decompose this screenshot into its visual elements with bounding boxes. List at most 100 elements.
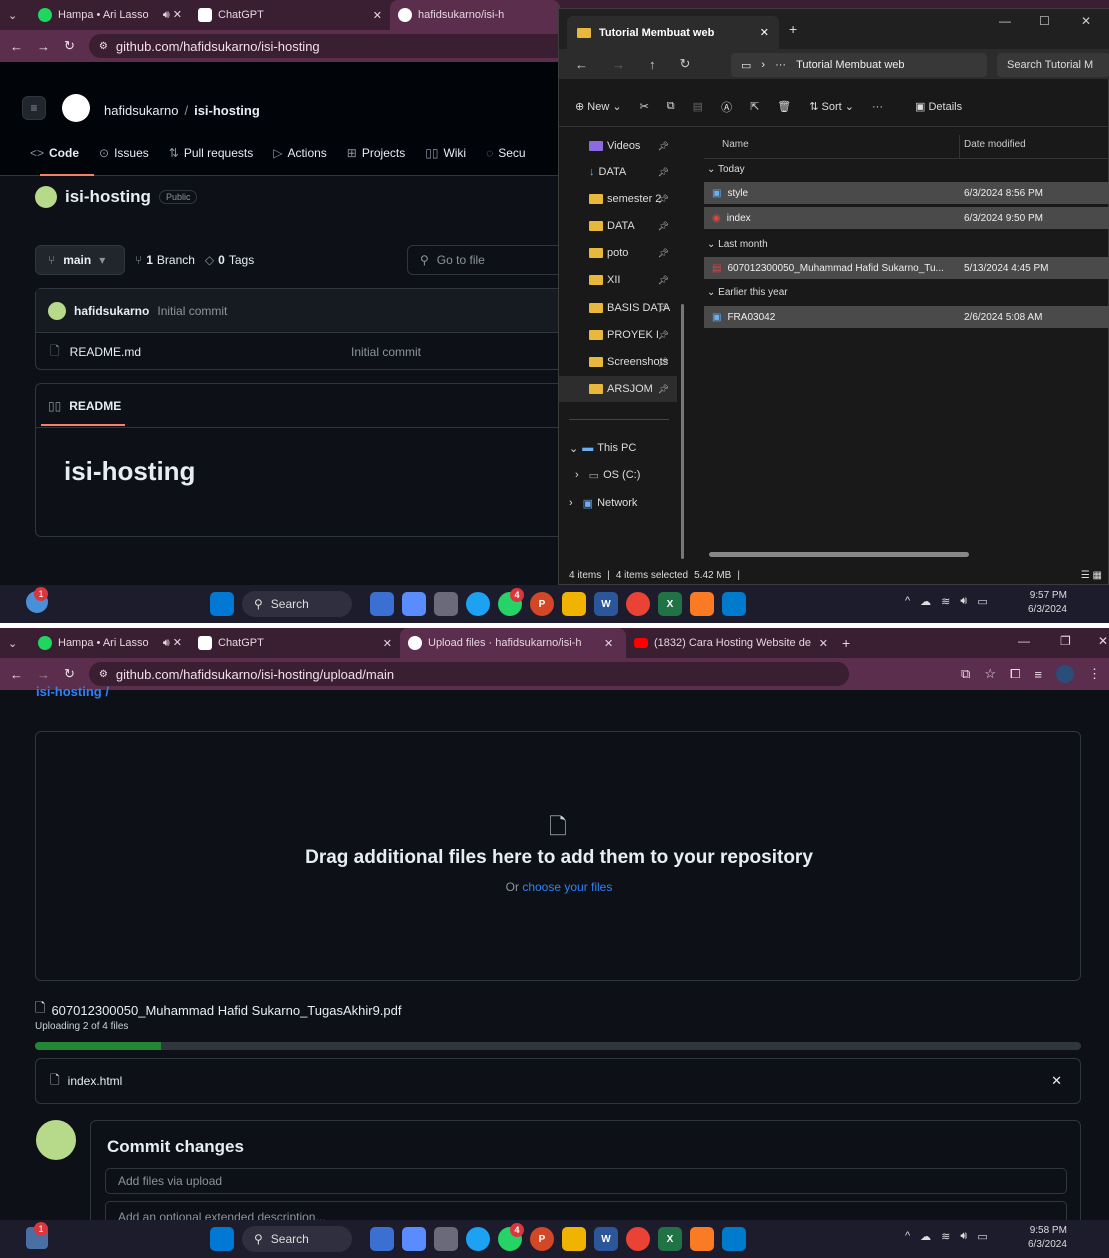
task-view-icon[interactable] [434, 592, 458, 616]
site-info-icon[interactable]: ⚙ [99, 41, 108, 52]
close-icon[interactable]: ✕ [760, 26, 769, 39]
onedrive-icon[interactable]: ☁ [920, 595, 931, 608]
more-button[interactable]: ··· [872, 101, 883, 113]
bookmark-star-icon[interactable]: ☆ [984, 666, 996, 682]
task-view-icon[interactable] [434, 1227, 458, 1251]
volume-icon[interactable]: 🔊︎ [960, 595, 967, 608]
sidebar-item-this-pc[interactable]: ⌄ ▬ This PC [559, 435, 677, 461]
clock[interactable]: 9:58 PM 6/3/2024 [1028, 1224, 1067, 1252]
cast-icon[interactable]: ⧉ [961, 666, 970, 682]
readme-tab[interactable]: README [69, 399, 121, 413]
close-icon[interactable]: ✕ [373, 9, 382, 22]
maximize-icon[interactable]: ☐ [1039, 14, 1050, 28]
breadcrumb-owner[interactable]: hafidsukarno [104, 103, 178, 118]
sidebar-item-poto[interactable]: poto 📌︎ [559, 240, 677, 266]
view-toggle-icons[interactable]: ☰ ▦ [1081, 570, 1102, 581]
path-folder[interactable]: Tutorial Membuat web [796, 59, 904, 71]
tag-label[interactable]: Tags [229, 253, 254, 267]
commit-summary-input[interactable]: Add files via upload [105, 1168, 1067, 1194]
explorer-tab[interactable]: Tutorial Membuat web ✕ [567, 16, 779, 49]
sidebar-item-basis-data[interactable]: BASIS DATA 📌︎ [559, 295, 677, 321]
edge-icon[interactable] [466, 1227, 490, 1251]
file-explorer-icon[interactable] [562, 592, 586, 616]
copilot-icon[interactable] [402, 1227, 426, 1251]
breadcrumb-repo[interactable]: isi-hosting [194, 103, 260, 118]
rename-icon[interactable]: Ⓐ [721, 99, 732, 115]
excel-icon[interactable]: X [658, 1227, 682, 1251]
column-name[interactable]: Name [722, 139, 749, 150]
close-icon[interactable]: ✕ [819, 637, 828, 650]
onedrive-icon[interactable]: ☁ [920, 1230, 931, 1243]
group-today[interactable]: ⌄ Today [707, 164, 745, 175]
branch-label[interactable]: Branch [157, 253, 195, 267]
sidebar-item-data[interactable]: DATA 📌︎ [559, 213, 677, 239]
minimize-icon[interactable]: — [999, 14, 1011, 28]
file-row-pdf[interactable]: ▤ 607012300050_Muhammad Hafid Sukarno_Tu.… [704, 257, 1109, 279]
sidebar-item-proyek-i[interactable]: PROYEK I 📌︎ [559, 322, 677, 348]
vscode-icon[interactable] [722, 1227, 746, 1251]
news-app-icon[interactable] [370, 592, 394, 616]
branch-select[interactable]: ⑂ main ▾ [35, 245, 125, 275]
up-icon[interactable]: ↑ [649, 57, 656, 72]
tab-wiki[interactable]: ▯▯ Wiki [425, 146, 466, 160]
breadcrumb-partial[interactable]: isi-hosting / [36, 684, 109, 699]
word-icon[interactable]: W [594, 1227, 618, 1251]
file-row-index[interactable]: ◉ index 6/3/2024 9:50 PM [704, 207, 1109, 229]
speaker-icon[interactable]: 🔊︎ ✕ [163, 8, 182, 22]
close-icon[interactable]: ✕ [1098, 634, 1108, 648]
back-icon[interactable]: ← [10, 39, 23, 54]
file-explorer-icon[interactable] [562, 1227, 586, 1251]
choose-files-link[interactable]: choose your files [522, 880, 612, 894]
chrome-icon[interactable] [626, 1227, 650, 1251]
group-last-month[interactable]: ⌄ Last month [707, 239, 768, 250]
back-icon[interactable]: ← [575, 57, 588, 72]
tab-chatgpt[interactable]: ChatGPT ✕ [190, 628, 400, 658]
commit-message[interactable]: Initial commit [157, 304, 227, 318]
tab-upload-files[interactable]: Upload files · hafidsukarno/isi-h ✕ [400, 628, 626, 658]
news-app-icon[interactable] [370, 1227, 394, 1251]
sort-button[interactable]: ⇅ Sort ⌄ [809, 100, 854, 113]
sidebar-item-network[interactable]: › ▣ Network [559, 490, 677, 516]
menu-icon[interactable]: ≡ [22, 96, 46, 120]
group-earlier-this-year[interactable]: ⌄ Earlier this year [707, 287, 788, 298]
tab-youtube[interactable]: (1832) Cara Hosting Website de ✕ [626, 628, 836, 658]
system-tray[interactable]: ^ ☁ ≋ 🔊︎ ▭ [905, 595, 988, 608]
forward-icon[interactable]: → [37, 39, 50, 54]
whatsapp-icon[interactable]: 4 [498, 588, 524, 616]
sidebar-item-videos[interactable]: Videos 📌︎ [559, 133, 677, 159]
copilot-icon[interactable] [402, 592, 426, 616]
horizontal-scrollbar[interactable] [709, 552, 969, 557]
back-icon[interactable]: ← [10, 667, 23, 682]
word-icon[interactable]: W [594, 592, 618, 616]
windows-start-icon[interactable] [210, 1227, 234, 1251]
github-logo-icon[interactable] [62, 94, 90, 122]
file-row-style[interactable]: ▣ style 6/3/2024 8:56 PM [704, 182, 1109, 204]
restore-icon[interactable]: ❐ [1060, 634, 1071, 648]
tab-code[interactable]: <> Code [30, 146, 79, 160]
battery-icon[interactable]: ▭ [977, 595, 987, 608]
paste-icon[interactable]: ▤ [693, 100, 703, 113]
powerpoint-icon[interactable]: P [530, 1227, 554, 1251]
tab-security[interactable]: ◌ Secu [486, 146, 526, 160]
chrome-icon[interactable] [626, 592, 650, 616]
tab-spotify[interactable]: Hampa • Ari Lasso 🔊︎ ✕ [30, 628, 190, 658]
tab-issues[interactable]: ⊙ Issues [99, 146, 149, 160]
tab-chatgpt[interactable]: ChatGPT ✕ [190, 0, 390, 30]
sidebar-item-data-drive[interactable]: ↓ DATA 📌︎ [559, 159, 677, 185]
taskbar-search[interactable]: ⚲ Search [242, 591, 352, 617]
file-name[interactable]: README.md [70, 345, 141, 359]
go-to-file-input[interactable]: ⚲ Go to file [407, 245, 567, 275]
file-drop-zone[interactable]: 🗋︎ Drag additional files here to add the… [35, 731, 1081, 981]
chevron-up-icon[interactable]: ^ [905, 595, 910, 608]
volume-icon[interactable]: 🔊︎ [960, 1230, 967, 1243]
reload-icon[interactable]: ↻ [64, 38, 75, 54]
branch-count[interactable]: 1 [146, 253, 153, 267]
share-icon[interactable]: ⇱ [750, 100, 759, 113]
reading-list-icon[interactable]: ≡ [1034, 667, 1042, 682]
system-tray[interactable]: ^ ☁ ≋ 🔊︎ ▭ [905, 1230, 988, 1243]
copy-icon[interactable]: ⧉ [667, 100, 675, 113]
tab-actions[interactable]: ▷ Actions [273, 146, 327, 160]
minimize-icon[interactable]: — [1018, 634, 1030, 648]
close-icon[interactable]: ✕ [1081, 14, 1091, 28]
new-tab-icon[interactable]: + [842, 635, 850, 651]
